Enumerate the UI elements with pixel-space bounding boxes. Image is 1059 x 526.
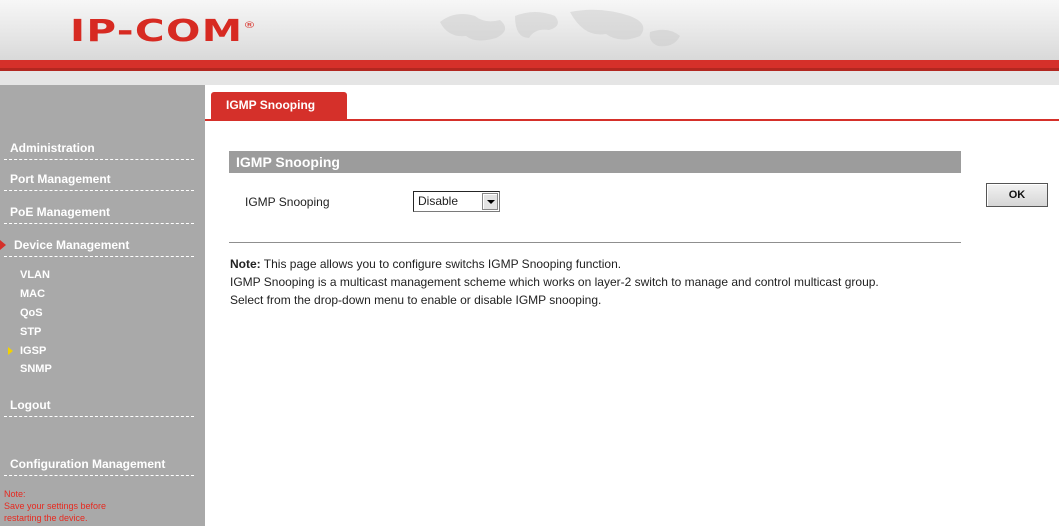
sidebar-item-label: Logout (10, 398, 51, 412)
header-banner: IP-COM® (0, 0, 1059, 60)
header-red-bar (0, 60, 1059, 68)
sidebar-note-line2: restarting the device. (4, 513, 88, 523)
logo-text: IP-COM (70, 14, 244, 49)
sidebar-note-line1: Save your settings before (4, 501, 107, 511)
registered-mark: ® (243, 21, 257, 31)
world-map-graphic (440, 9, 680, 47)
ip-com-logo: IP-COM® (70, 14, 257, 50)
sidebar-note-title: Note: (4, 489, 26, 499)
tab-underline (205, 119, 1059, 121)
sidebar-note: Note: Save your settings before restarti… (4, 488, 199, 524)
sidebar-subitem-mac[interactable]: MAC (20, 285, 45, 303)
sidebar: Administration Port Management PoE Manag… (0, 85, 205, 526)
sidebar-item-poe-management[interactable]: PoE Management (4, 200, 194, 224)
igmp-snooping-label: IGMP Snooping (245, 195, 330, 209)
note-text-1: This page allows you to configure switch… (260, 257, 622, 271)
ok-button[interactable]: OK (986, 183, 1048, 207)
active-arrow-icon (0, 240, 6, 250)
select-value: Disable (418, 194, 459, 208)
sidebar-item-device-management[interactable]: Device Management (0, 233, 194, 257)
sidebar-item-port-management[interactable]: Port Management (4, 167, 194, 191)
sidebar-item-logout[interactable]: Logout (4, 393, 194, 417)
sidebar-subitem-igsp[interactable]: IGSP (8, 342, 47, 360)
sidebar-item-administration[interactable]: Administration (4, 136, 194, 160)
active-subitem-arrow-icon (8, 347, 13, 355)
sidebar-subitem-label: IGSP (20, 345, 47, 357)
sidebar-item-label: Port Management (10, 172, 111, 186)
sidebar-item-label: Administration (10, 141, 95, 155)
sidebar-subitem-snmp[interactable]: SNMP (20, 360, 52, 378)
tab-igmp-snooping[interactable]: IGMP Snooping (211, 92, 347, 119)
header-grey-band (0, 71, 1059, 85)
sidebar-subitem-label: QoS (20, 307, 43, 319)
sidebar-subitem-label: SNMP (20, 363, 52, 375)
note-line-1: Note: This page allows you to configure … (230, 256, 621, 272)
sidebar-subitem-vlan[interactable]: VLAN (20, 266, 50, 284)
sidebar-item-configuration-management[interactable]: Configuration Management (4, 452, 194, 476)
section-title: IGMP Snooping (229, 151, 961, 173)
sidebar-subitem-stp[interactable]: STP (20, 323, 41, 341)
sidebar-subitem-label: VLAN (20, 269, 50, 281)
sidebar-subitem-label: STP (20, 326, 42, 338)
tab-label: IGMP Snooping (226, 98, 316, 112)
sidebar-subitem-qos[interactable]: QoS (20, 304, 43, 322)
sidebar-subitem-label: MAC (20, 288, 46, 300)
note-line-3: Select from the drop-down menu to enable… (230, 293, 602, 307)
sidebar-item-label: Configuration Management (10, 457, 166, 471)
note-line-2: IGMP Snooping is a multicast management … (230, 275, 879, 289)
section-divider (229, 242, 961, 243)
igmp-snooping-select[interactable]: Disable (413, 191, 500, 212)
chevron-down-icon[interactable] (482, 193, 498, 210)
sidebar-item-label: Device Management (14, 238, 130, 252)
note-prefix: Note: (230, 257, 261, 271)
sidebar-item-label: PoE Management (10, 205, 111, 219)
